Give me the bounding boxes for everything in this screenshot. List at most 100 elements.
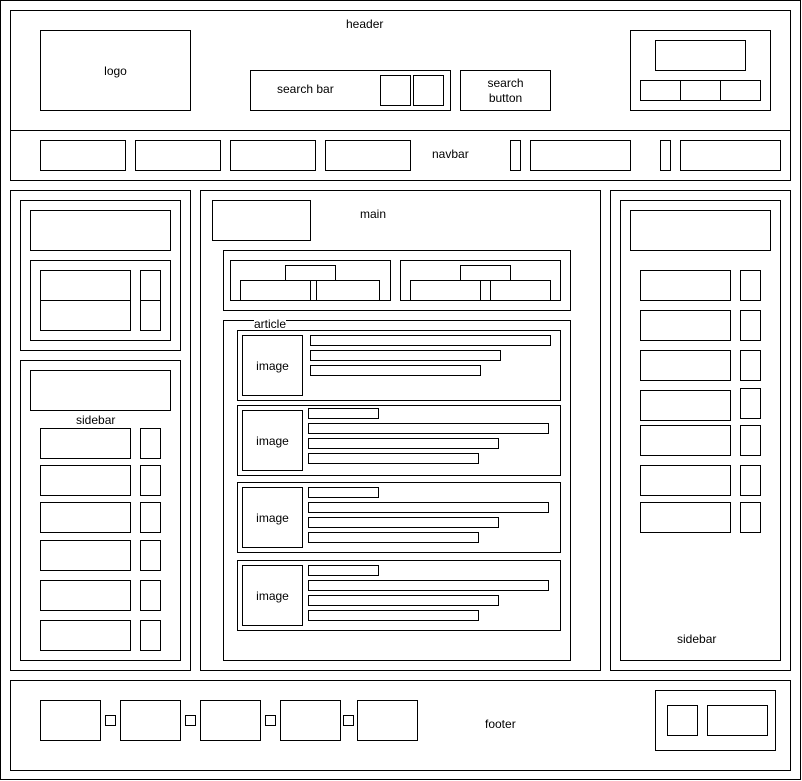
article-text-line (308, 610, 479, 621)
left-sidebar-widget-row-2[interactable] (40, 300, 131, 331)
main-tab-group-2-header[interactable] (460, 265, 511, 281)
right-sidebar-item-icon[interactable] (740, 502, 761, 533)
user-panel-field[interactable] (655, 40, 746, 71)
left-sidebar-widget-row-1[interactable] (40, 270, 131, 301)
left-sidebar-item[interactable] (40, 502, 131, 533)
left-sidebar-item-icon[interactable] (140, 620, 161, 651)
article-text-line (310, 365, 481, 376)
right-sidebar-item[interactable] (640, 502, 731, 533)
footer-link[interactable] (120, 700, 181, 741)
nav-item-3[interactable] (230, 140, 316, 171)
footer-link[interactable] (280, 700, 341, 741)
right-sidebar-title (630, 210, 771, 251)
footer-label: footer (485, 717, 516, 731)
article-text-line (310, 350, 501, 361)
right-sidebar-item-icon[interactable] (740, 465, 761, 496)
footer-separator (185, 715, 196, 726)
footer-link[interactable] (40, 700, 101, 741)
article-text-line (310, 335, 551, 346)
nav-item-4[interactable] (325, 140, 411, 171)
article-text-line (308, 502, 549, 513)
search-button-label: search button (487, 75, 524, 105)
left-sidebar-item[interactable] (40, 580, 131, 611)
left-sidebar-widget-title (30, 210, 171, 251)
article-image[interactable]: image (242, 565, 303, 626)
right-sidebar-item-icon[interactable] (740, 425, 761, 456)
search-bar-slot-2[interactable] (413, 75, 444, 106)
footer-widget-icon[interactable] (667, 705, 698, 736)
left-sidebar-label: sidebar (76, 413, 116, 427)
article-label: article (254, 317, 287, 331)
nav-item-2[interactable] (135, 140, 221, 171)
footer-separator (105, 715, 116, 726)
navbar-label: navbar (432, 147, 469, 161)
article-text-line (308, 595, 499, 606)
left-sidebar-item-icon[interactable] (140, 580, 161, 611)
search-button[interactable]: search button (460, 70, 551, 111)
footer-link[interactable] (357, 700, 418, 741)
footer-widget-field[interactable] (707, 705, 768, 736)
article-text-line (308, 438, 499, 449)
left-sidebar-item-icon[interactable] (140, 540, 161, 571)
nav-separator-2 (660, 140, 671, 171)
right-sidebar-item-icon[interactable] (740, 350, 761, 381)
article-text-line (308, 517, 499, 528)
left-sidebar-widget-icon-2[interactable] (140, 300, 161, 331)
right-sidebar-item[interactable] (640, 350, 731, 381)
header-label: header (346, 17, 384, 31)
main-tab-group-1-header[interactable] (285, 265, 336, 281)
main-label: main (360, 207, 387, 221)
right-sidebar-item[interactable] (640, 390, 731, 421)
left-sidebar-item[interactable] (40, 428, 131, 459)
article-image-label: image (256, 358, 289, 373)
logo-box[interactable]: logo (40, 30, 191, 111)
right-sidebar-item[interactable] (640, 310, 731, 341)
nav-item-1[interactable] (40, 140, 126, 171)
logo-label: logo (104, 63, 127, 78)
right-sidebar-item[interactable] (640, 425, 731, 456)
article-text-line (308, 580, 549, 591)
article-image-label: image (256, 510, 289, 525)
nav-item-5[interactable] (530, 140, 631, 171)
main-tab-group-1-tab-1[interactable] (240, 280, 311, 301)
right-sidebar-item[interactable] (640, 270, 731, 301)
left-sidebar-item-icon[interactable] (140, 465, 161, 496)
article-title-line[interactable] (308, 408, 379, 419)
article-image-label: image (256, 433, 289, 448)
article-image[interactable]: image (242, 410, 303, 471)
left-sidebar-item[interactable] (40, 540, 131, 571)
user-panel-button-3[interactable] (720, 80, 761, 101)
article-image[interactable]: image (242, 335, 303, 396)
footer-separator (265, 715, 276, 726)
nav-item-6[interactable] (680, 140, 781, 171)
article-image-label: image (256, 588, 289, 603)
main-tab-group-2-tab-2[interactable] (490, 280, 551, 301)
article-title-line[interactable] (308, 565, 379, 576)
right-sidebar-label: sidebar (677, 632, 717, 646)
user-panel-button-1[interactable] (640, 80, 681, 101)
right-sidebar-item-icon[interactable] (740, 388, 761, 419)
left-sidebar-list-title (30, 370, 171, 411)
footer-link[interactable] (200, 700, 261, 741)
left-sidebar-item[interactable] (40, 620, 131, 651)
left-sidebar-item[interactable] (40, 465, 131, 496)
main-tab-group-2-tab-1[interactable] (410, 280, 481, 301)
search-bar-slot-1[interactable] (380, 75, 411, 106)
article-text-line (308, 423, 549, 434)
right-sidebar-item-icon[interactable] (740, 310, 761, 341)
left-sidebar-widget-icon-1[interactable] (140, 270, 161, 301)
article-title-line[interactable] (308, 487, 379, 498)
footer-separator (343, 715, 354, 726)
left-sidebar-item-icon[interactable] (140, 428, 161, 459)
article-image[interactable]: image (242, 487, 303, 548)
user-panel-button-2[interactable] (680, 80, 721, 101)
nav-separator-1 (510, 140, 521, 171)
search-bar-label: search bar (277, 82, 334, 96)
right-sidebar-item[interactable] (640, 465, 731, 496)
right-sidebar-item-icon[interactable] (740, 270, 761, 301)
left-sidebar-item-icon[interactable] (140, 502, 161, 533)
main-tab-group-1-tab-2[interactable] (316, 280, 380, 301)
article-text-line (308, 453, 479, 464)
article-text-line (308, 532, 479, 543)
main-title-box (212, 200, 311, 241)
